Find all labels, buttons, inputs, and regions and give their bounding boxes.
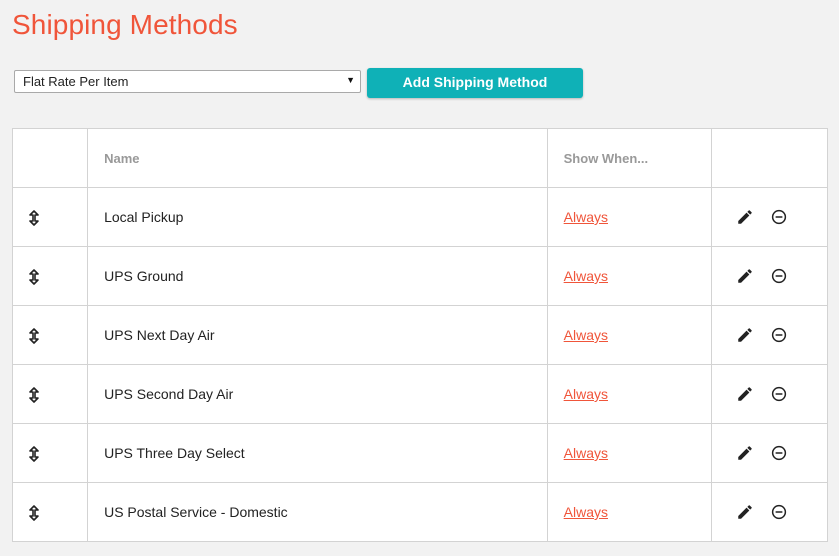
table-row: UPS Next Day Air Always (11, 305, 829, 365)
show-when-link[interactable]: Always (564, 445, 608, 461)
drag-cell (11, 305, 89, 365)
method-name-text: UPS Second Day Air (104, 386, 234, 402)
shipping-method-select[interactable]: Flat Rate Per Item ▼ (14, 70, 361, 93)
sort-vertical-icon[interactable] (28, 327, 40, 344)
method-name-text: UPS Three Day Select (104, 445, 245, 461)
drag-cell (11, 482, 89, 542)
table-row: UPS Three Day Select Always (11, 423, 829, 483)
drag-cell (11, 423, 89, 483)
actions-cell (710, 246, 829, 306)
actions-cell (710, 423, 829, 483)
drag-cell (11, 364, 89, 424)
show-when-cell: Always (546, 187, 712, 247)
pencil-icon[interactable] (736, 503, 754, 521)
pencil-icon[interactable] (736, 326, 754, 344)
pencil-icon[interactable] (736, 385, 754, 403)
show-when-cell: Always (546, 423, 712, 483)
sort-vertical-icon[interactable] (28, 386, 40, 403)
header-show-when: Show When... (546, 128, 712, 188)
method-name-text: UPS Next Day Air (104, 327, 215, 343)
pencil-icon[interactable] (736, 444, 754, 462)
show-when-cell: Always (546, 305, 712, 365)
method-name: Local Pickup (87, 187, 548, 247)
show-when-link[interactable]: Always (564, 209, 608, 225)
minus-circle-icon[interactable] (770, 326, 788, 344)
table-row: UPS Second Day Air Always (11, 364, 829, 424)
shipping-method-select-value: Flat Rate Per Item (23, 74, 129, 89)
add-shipping-method-button[interactable]: Add Shipping Method (367, 68, 583, 98)
table-header-row: Name Show When... (11, 128, 829, 188)
minus-circle-icon[interactable] (770, 503, 788, 521)
show-when-link[interactable]: Always (564, 504, 608, 520)
method-name: UPS Next Day Air (87, 305, 548, 365)
actions-cell (710, 364, 829, 424)
show-when-cell: Always (546, 482, 712, 542)
show-when-link[interactable]: Always (564, 268, 608, 284)
method-name-text: Local Pickup (104, 209, 184, 225)
sort-vertical-icon[interactable] (28, 209, 40, 226)
show-when-link[interactable]: Always (564, 386, 608, 402)
drag-cell (11, 187, 89, 247)
table-row: UPS Ground Always (11, 246, 829, 306)
method-name: US Postal Service - Domestic (87, 482, 548, 542)
method-name: UPS Second Day Air (87, 364, 548, 424)
sort-vertical-icon[interactable] (28, 504, 40, 521)
minus-circle-icon[interactable] (770, 208, 788, 226)
show-when-cell: Always (546, 364, 712, 424)
sort-vertical-icon[interactable] (28, 445, 40, 462)
dropdown-arrow-icon: ▼ (346, 75, 355, 85)
show-when-cell: Always (546, 246, 712, 306)
show-when-link[interactable]: Always (564, 327, 608, 343)
method-name-text: UPS Ground (104, 268, 184, 284)
method-name: UPS Three Day Select (87, 423, 548, 483)
table-row: US Postal Service - Domestic Always (11, 482, 829, 542)
pencil-icon[interactable] (736, 267, 754, 285)
method-name-text: US Postal Service - Domestic (104, 504, 288, 520)
header-name: Name (87, 128, 548, 188)
actions-cell (710, 305, 829, 365)
minus-circle-icon[interactable] (770, 444, 788, 462)
method-name: UPS Ground (87, 246, 548, 306)
table-row: Local Pickup Always (11, 187, 829, 247)
minus-circle-icon[interactable] (770, 385, 788, 403)
page-title: Shipping Methods (12, 9, 238, 40)
minus-circle-icon[interactable] (770, 267, 788, 285)
actions-cell (710, 187, 829, 247)
header-actions (710, 128, 829, 188)
drag-cell (11, 246, 89, 306)
shipping-methods-table: Name Show When... Local Pickup Always UP… (11, 128, 829, 542)
actions-cell (710, 482, 829, 542)
sort-vertical-icon[interactable] (28, 268, 40, 285)
header-drag (11, 128, 89, 188)
pencil-icon[interactable] (736, 208, 754, 226)
